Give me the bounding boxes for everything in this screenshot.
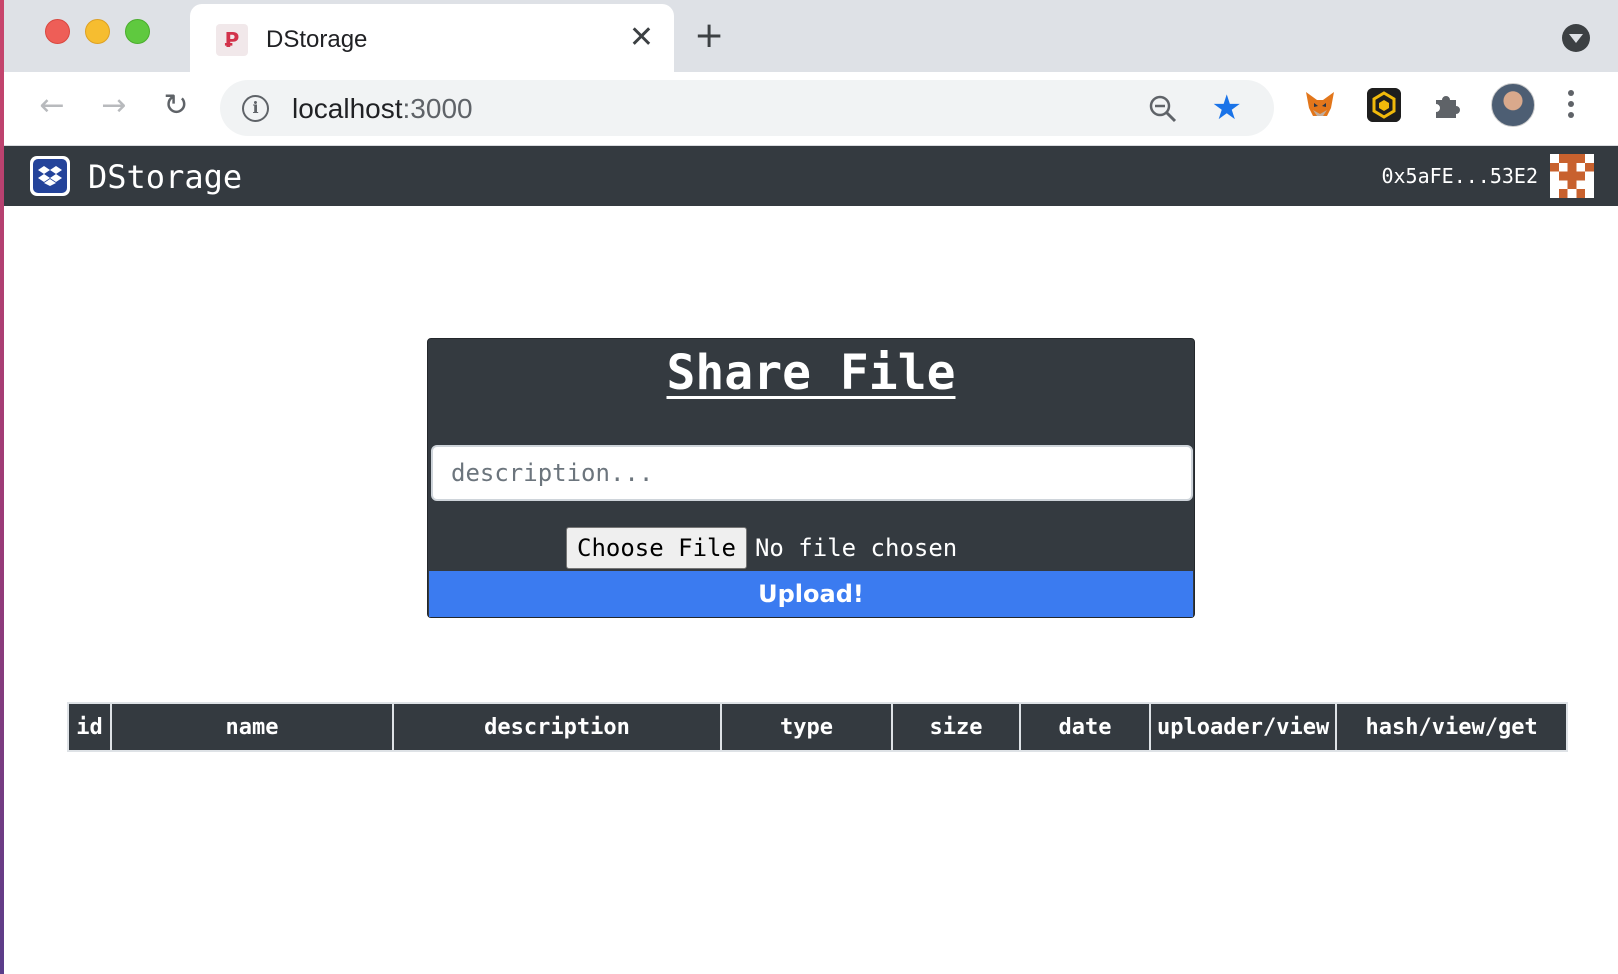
address-bar[interactable]: i localhost:3000 ★ <box>220 80 1274 136</box>
forward-icon[interactable]: → <box>94 86 134 126</box>
column-header-size: size <box>891 702 1021 752</box>
close-window-button[interactable] <box>45 19 70 44</box>
info-icon[interactable]: i <box>242 95 269 122</box>
account-address: 0x5aFE...53E2 <box>1381 164 1538 188</box>
column-header-uploader: uploader/view <box>1148 702 1338 752</box>
account-identicon <box>1550 154 1594 198</box>
app-brand[interactable]: DStorage <box>88 158 242 196</box>
binance-extension-icon[interactable] <box>1367 88 1401 122</box>
minimize-window-button[interactable] <box>85 19 110 44</box>
table-header-row: id name description type size date uploa… <box>67 702 1568 752</box>
file-picker: Choose File No file chosen <box>566 527 957 569</box>
bookmark-star-icon[interactable]: ★ <box>1212 88 1242 128</box>
page-content: DStorage 0x5aFE...53E2 Share File Choose… <box>4 146 1618 974</box>
column-header-id: id <box>67 702 112 752</box>
column-header-type: type <box>720 702 893 752</box>
share-file-title: Share File <box>666 345 956 401</box>
file-status-text: No file chosen <box>754 534 958 562</box>
url-text[interactable]: localhost:3000 <box>292 93 473 125</box>
tab-search-icon[interactable] <box>1562 24 1590 52</box>
extensions-puzzle-icon[interactable] <box>1430 88 1464 122</box>
new-tab-button[interactable]: + <box>694 16 724 56</box>
tab-dstorage[interactable]: Ꝑ DStorage ✕ <box>190 4 674 72</box>
tab-strip: Ꝑ DStorage ✕ + <box>4 0 1618 72</box>
choose-file-button[interactable]: Choose File <box>566 527 747 569</box>
zoom-out-icon[interactable] <box>1148 94 1178 124</box>
column-header-hash: hash/view/get <box>1335 702 1568 752</box>
profile-avatar[interactable] <box>1491 83 1535 127</box>
tab-title: DStorage <box>266 26 368 53</box>
url-host: localhost <box>292 93 403 124</box>
app-navbar: DStorage 0x5aFE...53E2 <box>4 146 1618 206</box>
files-table: id name description type size date uploa… <box>67 702 1568 752</box>
browser-menu-icon[interactable] <box>1566 88 1576 122</box>
column-header-name: name <box>110 702 394 752</box>
browser-toolbar: ← → ↻ i localhost:3000 ★ <box>4 72 1618 146</box>
dropbox-logo-icon[interactable] <box>30 156 70 196</box>
metamask-extension-icon[interactable] <box>1303 88 1337 122</box>
url-port: :3000 <box>402 93 473 124</box>
column-header-description: description <box>392 702 722 752</box>
reload-icon[interactable]: ↻ <box>156 86 196 126</box>
close-tab-icon[interactable]: ✕ <box>629 20 654 56</box>
back-icon[interactable]: ← <box>32 86 72 126</box>
description-input[interactable] <box>431 445 1193 501</box>
upload-button[interactable]: Upload! <box>429 571 1193 617</box>
browser-window: Ꝑ DStorage ✕ + ← → ↻ i localhost:3000 ★ <box>4 0 1618 974</box>
column-header-date: date <box>1019 702 1151 752</box>
favicon-icon: Ꝑ <box>216 24 248 56</box>
share-file-card: Share File Choose File No file chosen Up… <box>427 338 1195 618</box>
maximize-window-button[interactable] <box>125 19 150 44</box>
